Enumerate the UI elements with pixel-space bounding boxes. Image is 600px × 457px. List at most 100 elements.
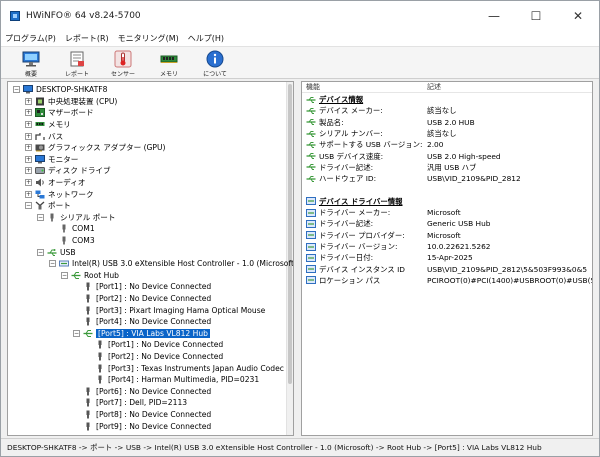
usb-plug-icon xyxy=(83,398,93,407)
tree-item[interactable]: + バス xyxy=(25,130,63,142)
tree-item-label: [Port7] : Dell, PID=2113 xyxy=(96,398,188,408)
details-section[interactable]: デバイス ドライバー情報 xyxy=(302,196,592,207)
tree-item-label: ディスク ドライブ xyxy=(48,166,111,176)
usb-plug-icon xyxy=(83,422,93,431)
expand-icon[interactable]: + xyxy=(25,97,32,105)
report-button[interactable]: レポート xyxy=(54,47,100,79)
tree-item-label: [Port5] : VIA Labs VL812 Hub xyxy=(96,328,210,338)
about-button[interactable]: について xyxy=(192,47,238,79)
tree-item[interactable]: + オーディオ xyxy=(25,177,85,189)
details-row[interactable]: USB デバイス速度: USB 2.0 High-speed xyxy=(302,151,592,162)
tree-item[interactable]: + 中央処理装置 (CPU) xyxy=(25,96,117,108)
status-bar: DESKTOP-SHKATF8 -> ポート -> USB -> Intel(R… xyxy=(1,438,599,456)
tree-item-label: モニター xyxy=(48,154,79,164)
tree-scroll-thumb[interactable] xyxy=(288,84,292,384)
collapse-icon[interactable]: − xyxy=(13,86,20,94)
info-icon xyxy=(205,50,225,68)
maximize-button[interactable]: ☐ xyxy=(515,1,557,31)
cpu-icon xyxy=(35,97,45,106)
details-row[interactable]: ドライバー バージョン: 10.0.22621.5262 xyxy=(302,241,592,252)
collapse-icon[interactable]: − xyxy=(25,202,32,210)
sensor-button[interactable]: センサー xyxy=(100,47,146,79)
memory-button[interactable]: メモリ xyxy=(146,47,192,79)
details-row[interactable]: サポートする USB バージョン: 2.00 xyxy=(302,139,592,150)
tree-item[interactable]: [Port6] : No Device Connected xyxy=(73,386,211,398)
details-row[interactable]: ドライバー日付: 15-Apr-2025 xyxy=(302,252,592,263)
tree-item[interactable]: [Port7] : Dell, PID=2113 xyxy=(73,397,187,409)
menu-help[interactable]: ヘルプ(H) xyxy=(188,33,224,44)
tree-item[interactable]: [Port1] : No Device Connected xyxy=(73,281,211,293)
expand-icon[interactable]: + xyxy=(25,179,32,187)
tree-item[interactable]: [Port4] : No Device Connected xyxy=(73,316,211,328)
tree-item[interactable]: − シリアル ポート xyxy=(37,212,116,224)
details-row[interactable]: 製品名: USB 2.0 HUB xyxy=(302,117,592,128)
tree-item[interactable]: [Port8] : No Device Connected xyxy=(73,409,211,421)
details-row[interactable]: デバイス インスタンス ID USB\VID_2109&PID_2812\5&50… xyxy=(302,264,592,275)
usb-plug-icon xyxy=(83,306,93,315)
minimize-button[interactable]: — xyxy=(473,1,515,31)
expand-icon[interactable]: + xyxy=(25,144,32,152)
details-row[interactable]: デバイス メーカー: 該当なし xyxy=(302,105,592,116)
tree-item[interactable]: + モニター xyxy=(25,154,78,166)
tree-item[interactable]: [Port1] : No Device Connected xyxy=(85,339,223,351)
tree-item[interactable]: + ディスク ドライブ xyxy=(25,165,111,177)
expand-icon[interactable]: + xyxy=(25,167,32,175)
about-label: について xyxy=(203,71,227,78)
tree-item[interactable]: − Intel(R) USB 3.0 eXtensible Host Contro… xyxy=(49,258,293,270)
close-button[interactable]: ✕ xyxy=(557,1,599,31)
details-key-text: デバイス メーカー: xyxy=(319,106,383,116)
collapse-icon[interactable]: − xyxy=(37,213,44,221)
expand-icon[interactable]: + xyxy=(25,121,32,129)
tree-item[interactable]: + メモリ xyxy=(25,119,71,131)
tree-item[interactable]: COM3 xyxy=(49,235,95,247)
tree-item[interactable]: [Port4] : Harman Multimedia, PID=0231 xyxy=(85,374,259,386)
tree-item[interactable]: − ポート xyxy=(25,200,71,212)
tree-item[interactable]: + グラフィックス アダプター (GPU) xyxy=(25,142,166,154)
expand-icon[interactable]: + xyxy=(25,132,32,140)
tree-item[interactable]: [Port3] : Pixart Imaging Hama Optical Mo… xyxy=(73,304,265,316)
summary-button[interactable]: 概要 xyxy=(8,47,54,79)
tree-item-label: [Port4] : No Device Connected xyxy=(96,317,212,327)
tree-item[interactable]: COM1 xyxy=(49,223,95,235)
details-row[interactable]: ドライバー記述: 汎用 USB ハブ xyxy=(302,162,592,173)
expand-icon[interactable]: + xyxy=(25,109,32,117)
header-feature[interactable]: 機能 xyxy=(306,82,320,92)
tree-item[interactable]: [Port2] : No Device Connected xyxy=(73,293,211,305)
monitor-icon xyxy=(35,154,45,164)
tree-item-label: グラフィックス アダプター (GPU) xyxy=(48,143,166,153)
tree-item[interactable]: + マザーボード xyxy=(25,107,94,119)
tree-item-label: COM1 xyxy=(72,224,95,234)
details-value: 15-Apr-2025 xyxy=(427,253,473,263)
details-key-text: ドライバー メーカー: xyxy=(319,208,391,218)
collapse-icon[interactable]: − xyxy=(37,248,44,256)
details-row[interactable]: ロケーション パス PCIROOT(0)#PCI(1400)#USBROOT(0)… xyxy=(302,275,592,286)
collapse-icon[interactable]: − xyxy=(73,329,80,337)
details-key: サポートする USB バージョン: xyxy=(306,139,423,150)
menu-monitoring[interactable]: モニタリング(M) xyxy=(118,33,179,44)
tree-item[interactable]: [Port9] : No Device Connected xyxy=(73,420,211,432)
details-key-text: ドライバー バージョン: xyxy=(319,242,398,252)
header-description[interactable]: 記述 xyxy=(427,82,441,92)
device-tree[interactable]: − DESKTOP-SHKATF8 + 中央処理装置 (CPU) + マザーボード + メモリ… xyxy=(7,81,294,436)
tree-item[interactable]: − DESKTOP-SHKATF8 xyxy=(13,84,107,96)
details-row[interactable]: ドライバー メーカー: Microsoft xyxy=(302,207,592,218)
tree-item-selected[interactable]: − [Port5] : VIA Labs VL812 Hub xyxy=(73,328,210,340)
details-row[interactable]: ハードウェア ID: USB\VID_2109&PID_2812 xyxy=(302,173,592,184)
details-row[interactable]: シリアル ナンバー: 該当なし xyxy=(302,128,592,139)
tree-item[interactable]: − Root Hub xyxy=(61,270,119,282)
tree-item-label: DESKTOP-SHKATF8 xyxy=(36,85,108,95)
tree-item[interactable]: [Port3] : Texas Instruments Japan Audio … xyxy=(85,362,284,374)
expand-icon[interactable]: + xyxy=(25,155,32,163)
details-key-text: ロケーション パス xyxy=(319,275,381,285)
menu-report[interactable]: レポート(R) xyxy=(65,33,109,44)
details-section[interactable]: デバイス情報 xyxy=(302,94,592,105)
details-row[interactable]: ドライバー プロバイダー: Microsoft xyxy=(302,230,592,241)
tree-item[interactable]: + ネットワーク xyxy=(25,188,94,200)
menu-program[interactable]: プログラム(P) xyxy=(5,33,56,44)
expand-icon[interactable]: + xyxy=(25,190,32,198)
details-row[interactable]: ドライバー記述: Generic USB Hub xyxy=(302,218,592,229)
collapse-icon[interactable]: − xyxy=(61,271,68,279)
tree-item[interactable]: [Port2] : No Device Connected xyxy=(85,351,223,363)
collapse-icon[interactable]: − xyxy=(49,260,56,268)
tree-item[interactable]: − USB xyxy=(37,246,76,258)
